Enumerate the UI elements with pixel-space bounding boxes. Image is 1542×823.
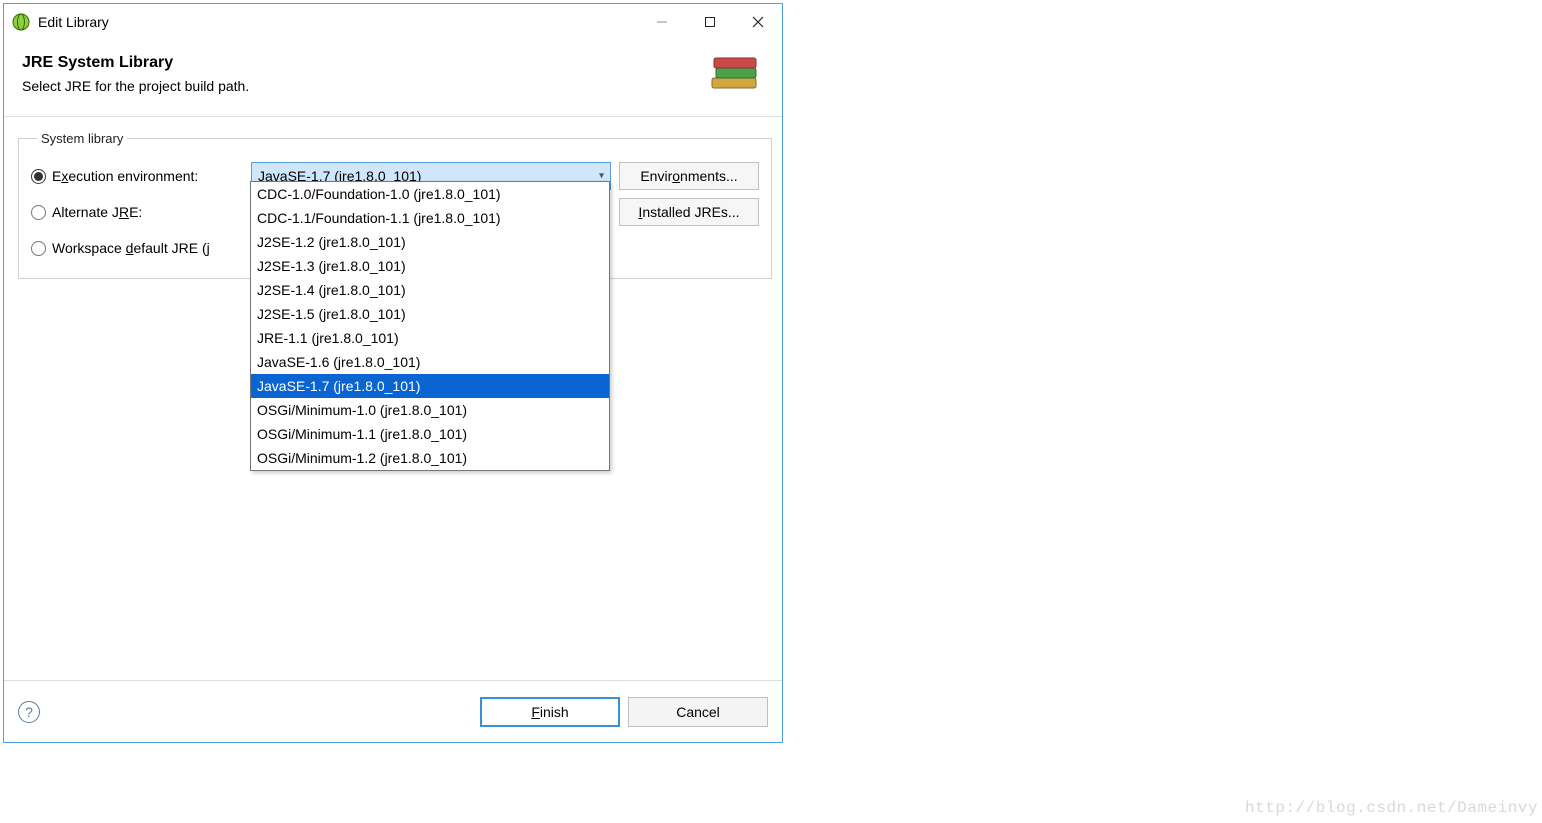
maximize-button[interactable] xyxy=(686,4,734,40)
dropdown-option[interactable]: CDC-1.0/Foundation-1.0 (jre1.8.0_101) xyxy=(251,182,609,206)
dropdown-option[interactable]: J2SE-1.4 (jre1.8.0_101) xyxy=(251,278,609,302)
dropdown-option[interactable]: JRE-1.1 (jre1.8.0_101) xyxy=(251,326,609,350)
execution-environment-label: Execution environment: xyxy=(52,168,198,184)
alternate-jre-label: Alternate JRE: xyxy=(52,204,142,220)
dropdown-option[interactable]: OSGi/Minimum-1.0 (jre1.8.0_101) xyxy=(251,398,609,422)
dialog-body: System library Execution environment: Ja… xyxy=(4,117,782,680)
window-controls xyxy=(638,4,782,40)
execution-environment-radio-input[interactable] xyxy=(31,169,46,184)
dropdown-option[interactable]: CDC-1.1/Foundation-1.1 (jre1.8.0_101) xyxy=(251,206,609,230)
cancel-button[interactable]: Cancel xyxy=(628,697,768,727)
dropdown-option[interactable]: JavaSE-1.6 (jre1.8.0_101) xyxy=(251,350,609,374)
workspace-default-jre-radio-input[interactable] xyxy=(31,241,46,256)
dropdown-option[interactable]: J2SE-1.3 (jre1.8.0_101) xyxy=(251,254,609,278)
alternate-jre-radio-input[interactable] xyxy=(31,205,46,220)
execution-environment-radio[interactable]: Execution environment: xyxy=(31,168,251,184)
fieldset-legend: System library xyxy=(37,131,127,146)
watermark: http://blog.csdn.net/Dameinvy xyxy=(1245,799,1538,817)
chevron-down-icon: ▾ xyxy=(599,171,604,182)
minimize-button[interactable] xyxy=(638,4,686,40)
dropdown-option[interactable]: OSGi/Minimum-1.1 (jre1.8.0_101) xyxy=(251,422,609,446)
header-title: JRE System Library xyxy=(22,54,706,72)
edit-library-dialog: Edit Library JRE System Library Select J… xyxy=(3,3,783,743)
dropdown-option[interactable]: J2SE-1.5 (jre1.8.0_101) xyxy=(251,302,609,326)
library-banner-icon xyxy=(706,54,764,98)
close-button[interactable] xyxy=(734,4,782,40)
workspace-default-jre-radio[interactable]: Workspace default JRE (j xyxy=(31,240,251,256)
execution-environment-dropdown[interactable]: CDC-1.0/Foundation-1.0 (jre1.8.0_101)CDC… xyxy=(250,181,610,471)
finish-button[interactable]: Finish xyxy=(480,697,620,727)
dropdown-option[interactable]: J2SE-1.2 (jre1.8.0_101) xyxy=(251,230,609,254)
installed-jres-button[interactable]: Installed JREs... xyxy=(619,198,759,226)
dropdown-option[interactable]: OSGi/Minimum-1.2 (jre1.8.0_101) xyxy=(251,446,609,470)
header-subtitle: Select JRE for the project build path. xyxy=(22,78,706,94)
environments-button[interactable]: Environments... xyxy=(619,162,759,190)
help-icon[interactable]: ? xyxy=(18,701,40,723)
titlebar: Edit Library xyxy=(4,4,782,40)
app-icon xyxy=(12,13,30,31)
dropdown-option[interactable]: JavaSE-1.7 (jre1.8.0_101) xyxy=(251,374,609,398)
workspace-default-jre-label: Workspace default JRE (j xyxy=(52,240,210,256)
window-title: Edit Library xyxy=(38,14,638,30)
alternate-jre-radio[interactable]: Alternate JRE: xyxy=(31,204,251,220)
dialog-footer: ? Finish Cancel xyxy=(4,680,782,742)
dialog-header: JRE System Library Select JRE for the pr… xyxy=(4,40,782,117)
